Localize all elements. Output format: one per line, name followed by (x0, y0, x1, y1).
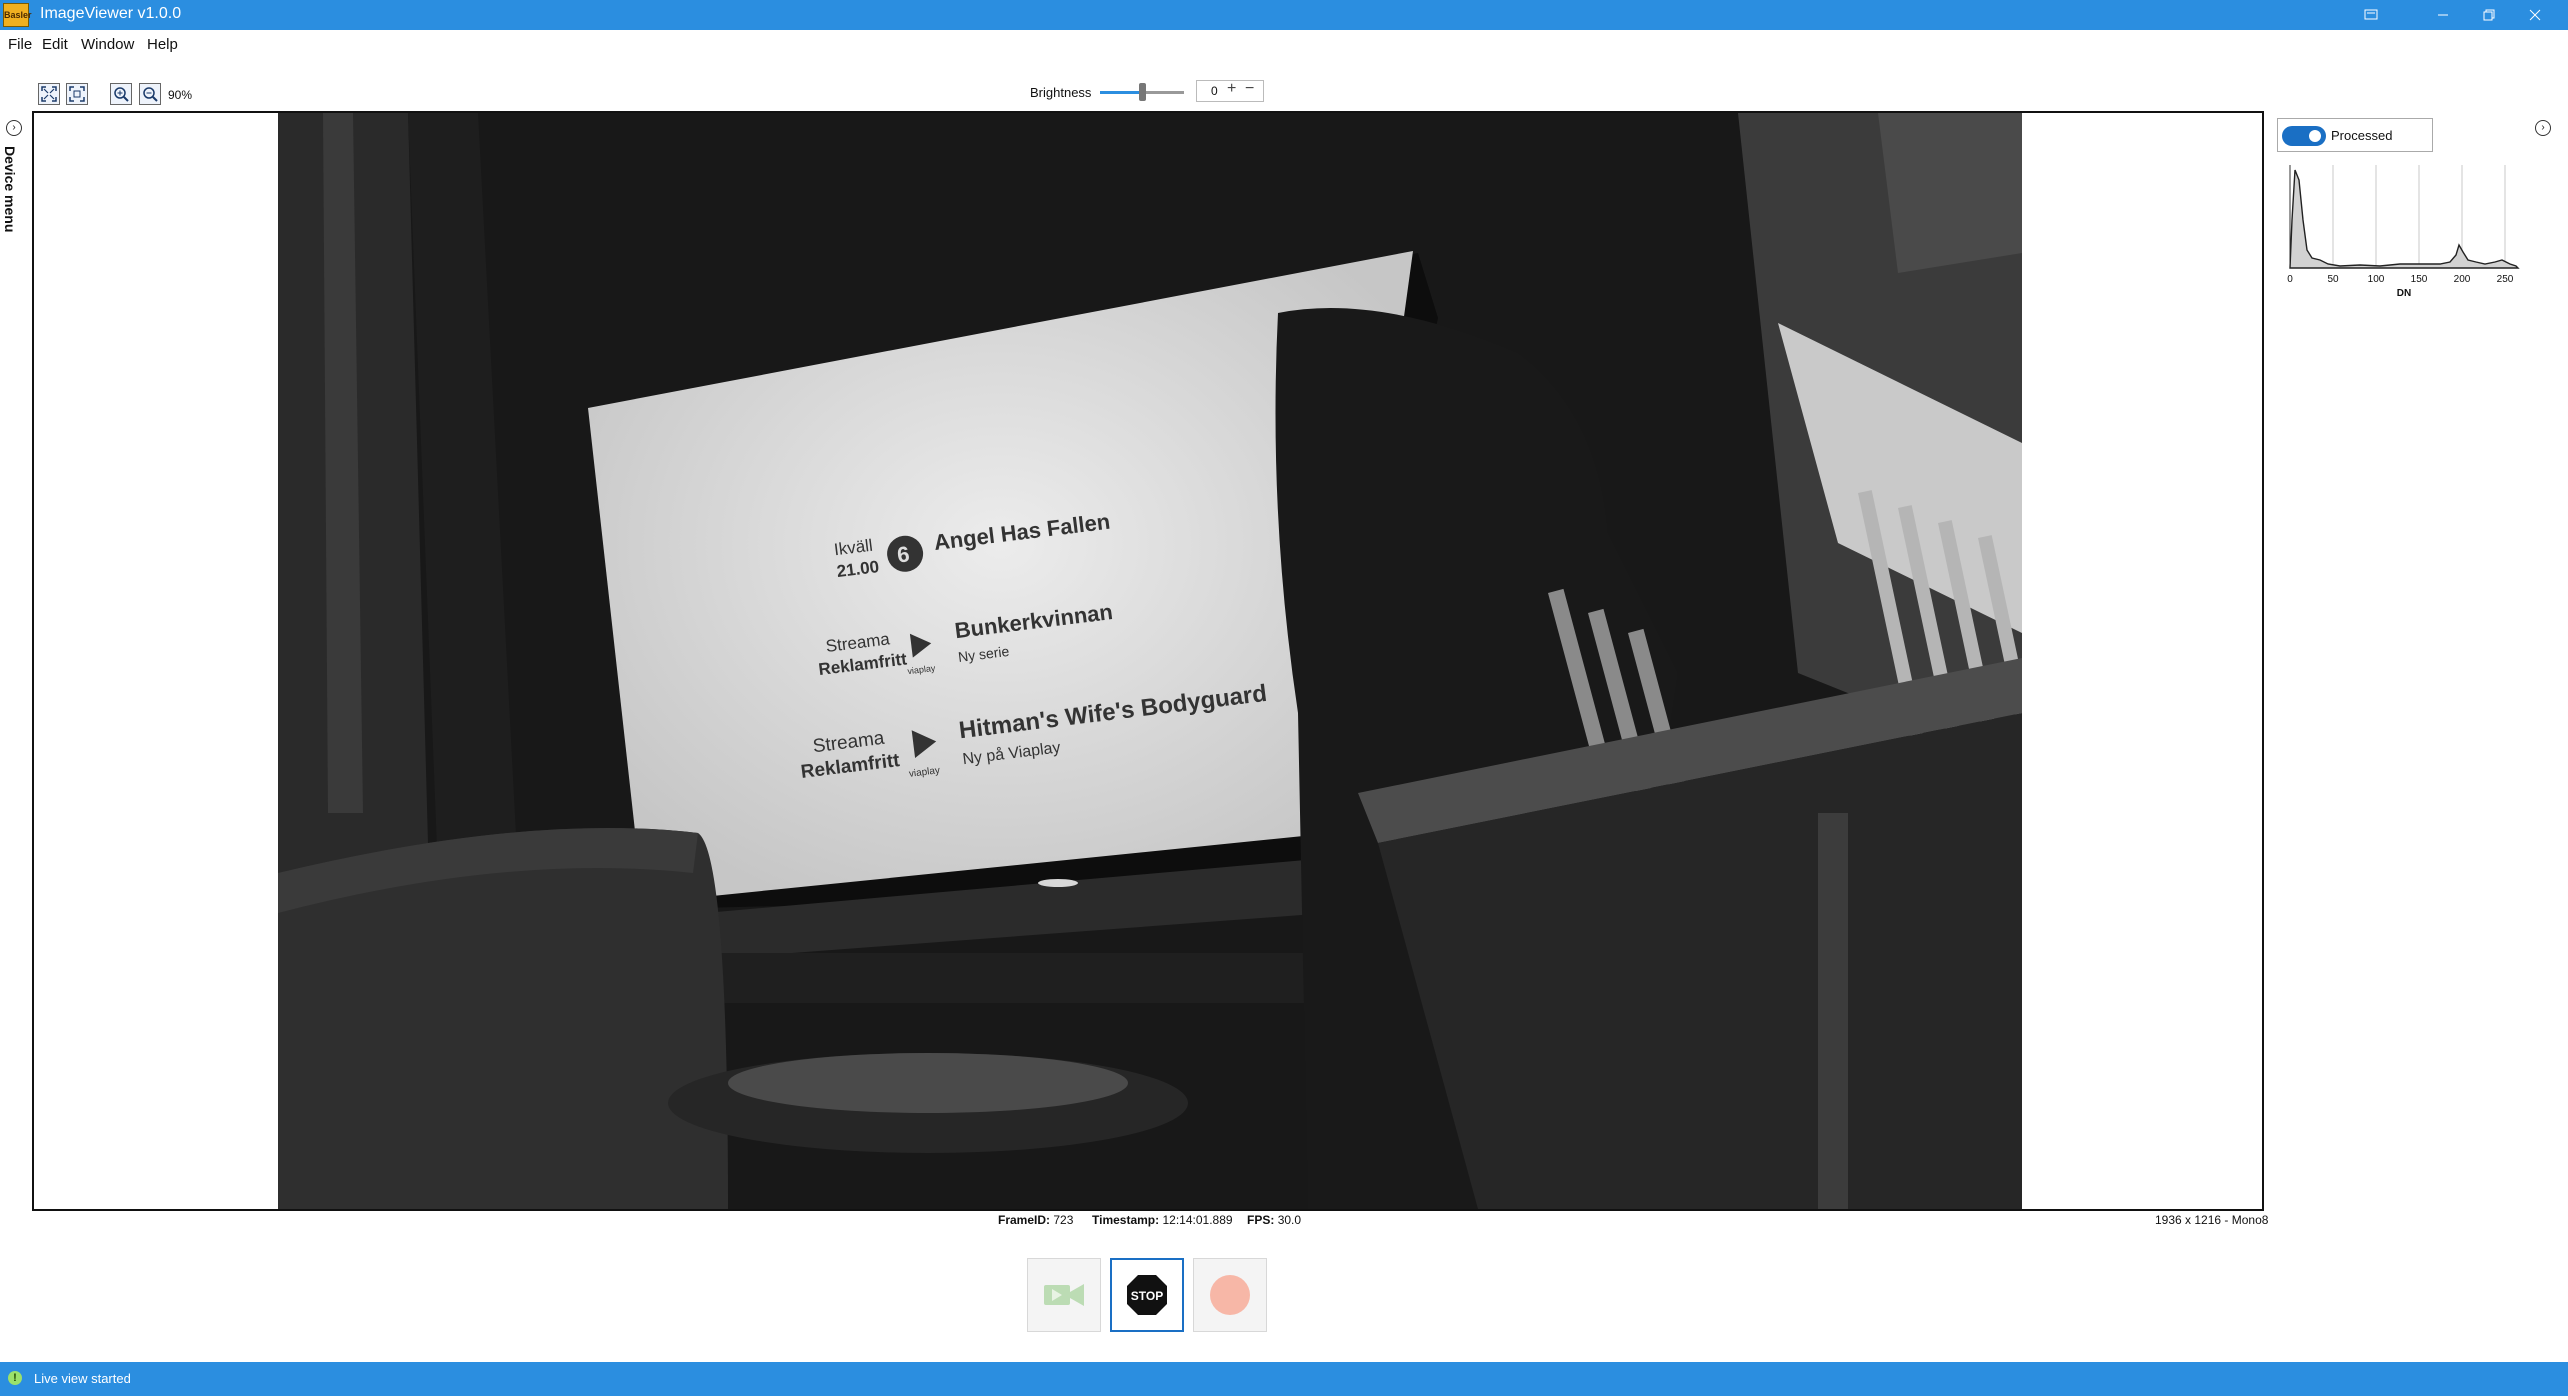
stop-icon: STOP (1127, 1275, 1167, 1315)
fps-value: 30.0 (1277, 1213, 1302, 1227)
x-tick-150: 150 (2411, 274, 2428, 285)
histogram-chart: 0 50 100 150 200 250 DN (2287, 165, 2520, 299)
zoom-level: 90% (168, 88, 193, 102)
collapse-right-panel-icon[interactable]: › (2535, 120, 2551, 136)
camera-image: Ikväll 21.00 6 Angel Has Fallen Streama … (278, 113, 2022, 1209)
zoom-in-button[interactable] (110, 83, 132, 105)
fit-to-window-button[interactable] (38, 83, 60, 105)
brightness-stepper[interactable]: 0 + − (1196, 80, 1264, 102)
x-tick-250: 250 (2497, 274, 2514, 285)
window-menu-icon[interactable] (2348, 0, 2394, 30)
status-bar: ! Live view started (0, 1362, 2568, 1396)
increment-button[interactable]: + (1227, 80, 1236, 98)
fps-label: FPS: (1247, 1213, 1275, 1227)
device-menu-tab[interactable]: Device menu (2, 146, 18, 232)
record-button[interactable] (1193, 1258, 1267, 1332)
histogram-curve (2289, 169, 2520, 269)
x-tick-0: 0 (2287, 274, 2293, 285)
zoom-out-icon (143, 87, 158, 102)
start-live-button[interactable] (1027, 1258, 1101, 1332)
timestamp: Timestamp: 12:14:01.889 (1092, 1213, 1233, 1227)
zoom-out-button[interactable] (139, 83, 161, 105)
stop-button[interactable]: STOP (1110, 1258, 1184, 1332)
x-tick-50: 50 (2327, 274, 2339, 285)
brightness-slider[interactable] (1100, 83, 1184, 101)
app-logo: Basler (3, 3, 32, 27)
processed-toggle[interactable] (2282, 126, 2326, 146)
menu-edit[interactable]: Edit (42, 36, 68, 53)
brightness-slider-fill (1100, 91, 1142, 94)
expand-icon (69, 86, 85, 102)
expand-device-menu-icon[interactable]: › (6, 120, 22, 136)
frame-id-value: 723 (1053, 1213, 1074, 1227)
decrement-button[interactable]: − (1245, 80, 1254, 98)
menu-file[interactable]: File (8, 36, 32, 53)
record-icon (1210, 1275, 1250, 1315)
image-viewer[interactable]: Ikväll 21.00 6 Angel Has Fallen Streama … (32, 111, 2264, 1211)
x-tick-200: 200 (2454, 274, 2471, 285)
stop-label: STOP (1131, 1289, 1163, 1303)
close-button[interactable] (2512, 0, 2558, 30)
image-resolution: 1936 x 1216 - Mono8 (2155, 1213, 2269, 1227)
window-title: ImageViewer v1.0.0 (40, 5, 182, 22)
toggle-knob (2309, 130, 2321, 142)
title-bar: Basler ImageViewer v1.0.0 (0, 0, 2568, 30)
frame-id: FrameID: 723 (998, 1213, 1073, 1227)
minimize-button[interactable] (2420, 0, 2466, 30)
status-message: Live view started (34, 1371, 131, 1386)
frame-id-label: FrameID: (998, 1213, 1051, 1227)
menu-help[interactable]: Help (147, 36, 178, 53)
fit-window-icon (41, 86, 57, 102)
brightness-label: Brightness (1030, 85, 1092, 100)
info-icon: ! (8, 1371, 22, 1385)
x-axis-label: DN (2397, 288, 2411, 299)
video-camera-icon (1044, 1284, 1084, 1306)
fps: FPS: 30.0 (1247, 1213, 1301, 1227)
processed-label: Processed (2331, 128, 2393, 143)
timestamp-value: 12:14:01.889 (1162, 1213, 1233, 1227)
full-size-button[interactable] (66, 83, 88, 105)
x-tick-100: 100 (2368, 274, 2385, 285)
restore-button[interactable] (2466, 0, 2512, 30)
menu-window[interactable]: Window (81, 36, 134, 53)
timestamp-label: Timestamp: (1092, 1213, 1160, 1227)
brightness-slider-thumb[interactable] (1139, 83, 1146, 101)
brightness-value[interactable]: 0 (1211, 84, 1218, 98)
zoom-in-icon (114, 87, 129, 102)
